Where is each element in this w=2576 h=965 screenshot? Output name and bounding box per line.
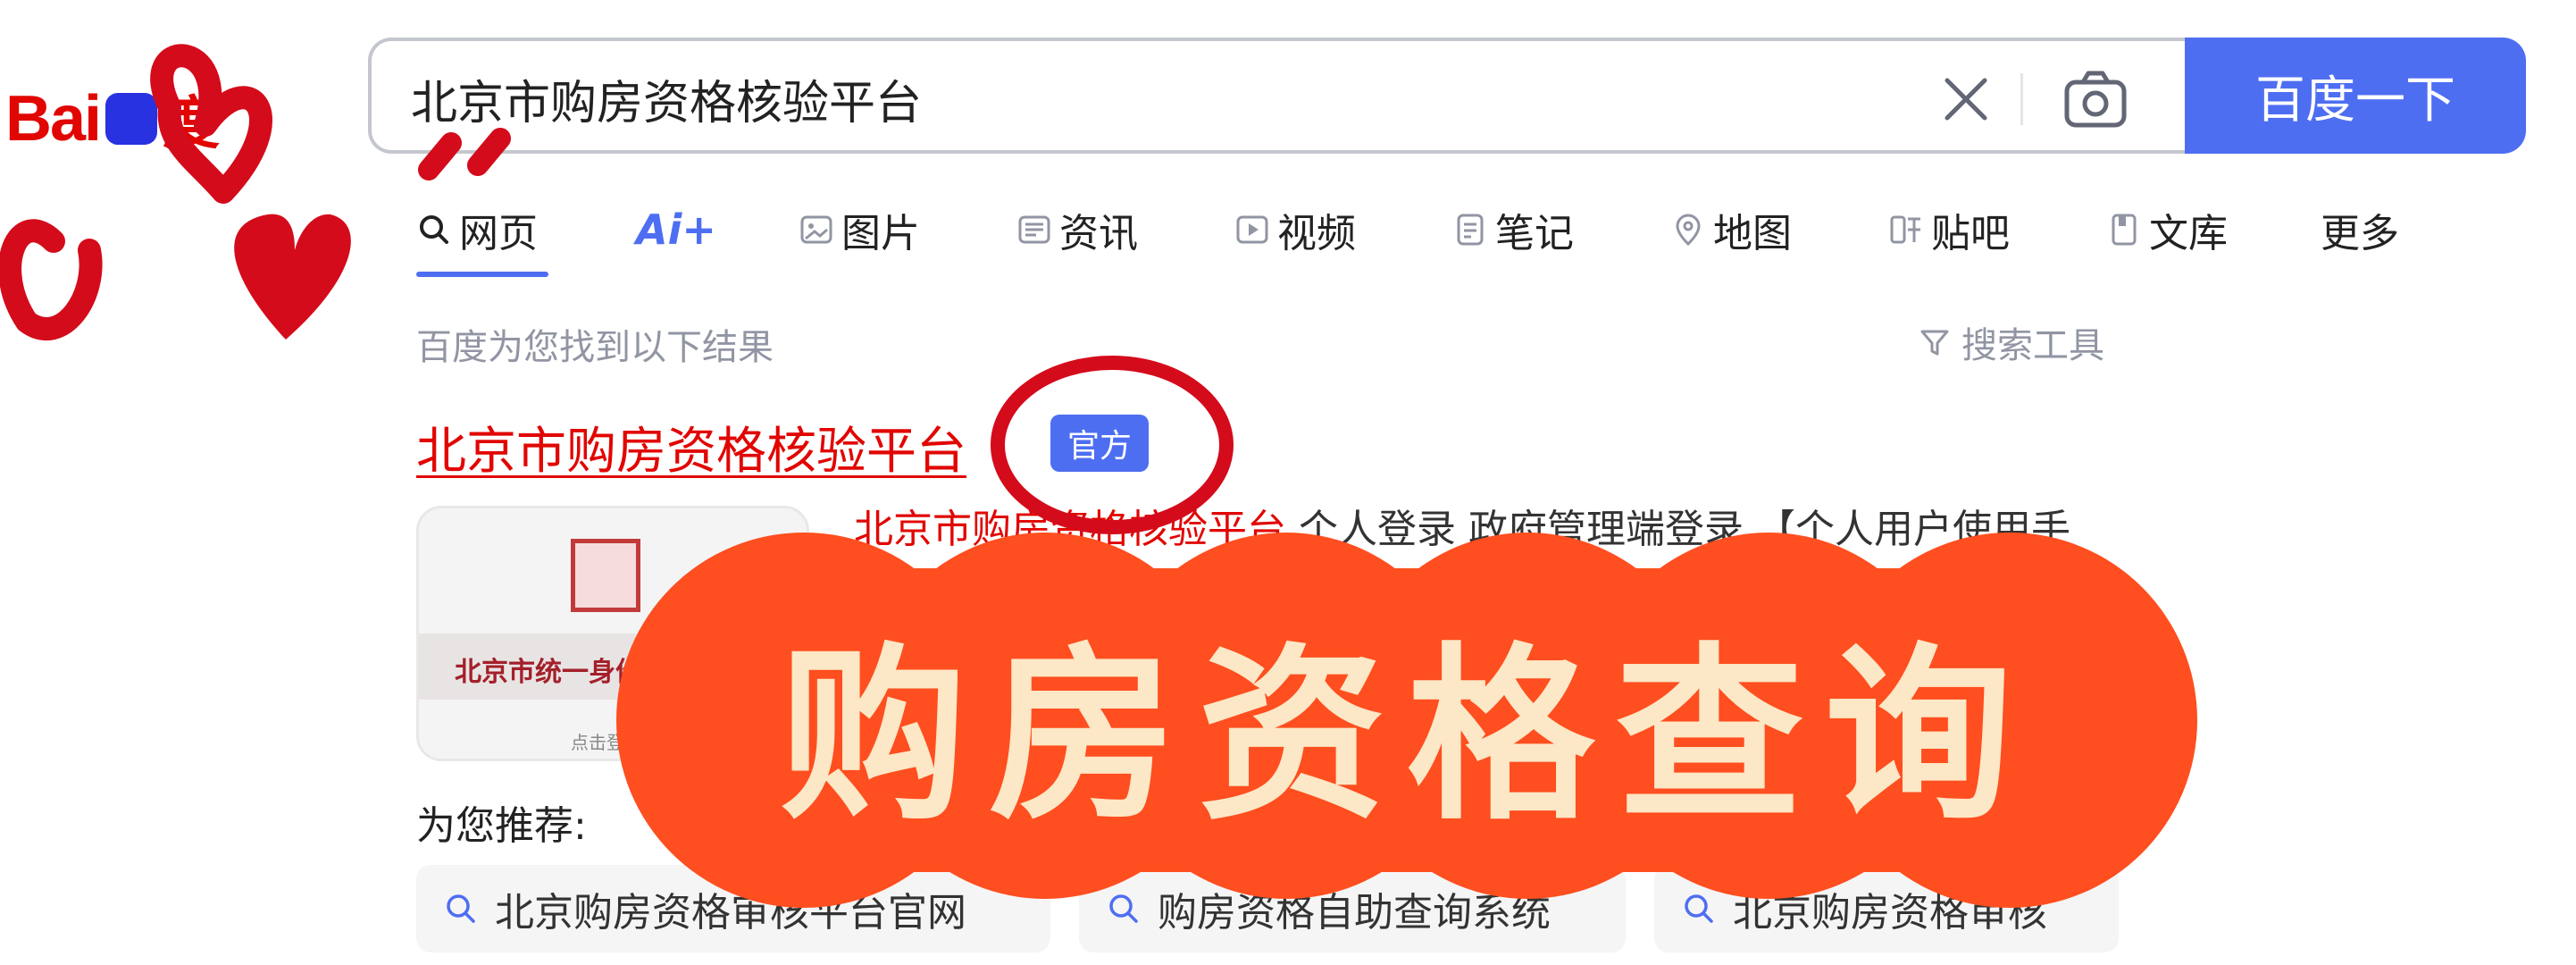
tab-label: 地图 bbox=[1713, 211, 1792, 256]
tab-news[interactable]: 资讯 bbox=[1016, 198, 1234, 261]
baidu-logo[interactable]: Bai 度 bbox=[5, 79, 220, 159]
tab-label: 更多 bbox=[2321, 211, 2399, 256]
close-icon[interactable] bbox=[1935, 68, 1997, 130]
camera-icon[interactable] bbox=[2060, 64, 2131, 136]
tab-library[interactable]: 文库 bbox=[2106, 198, 2321, 261]
tab-map[interactable]: 地图 bbox=[1670, 198, 1888, 261]
tab-label: 贴吧 bbox=[1931, 211, 2010, 256]
tab-more[interactable]: 更多 bbox=[2321, 198, 2419, 261]
map-icon bbox=[1676, 214, 1701, 247]
tieba-icon bbox=[1890, 215, 1920, 244]
logo-text-du: 度 bbox=[163, 91, 221, 157]
heart-doodle-icon bbox=[0, 219, 103, 340]
heart-doodle-icon bbox=[234, 214, 351, 340]
search-icon bbox=[447, 894, 475, 923]
paw-icon bbox=[105, 93, 158, 145]
result-title-link[interactable]: 北京市购房资格核验平台 bbox=[416, 411, 966, 483]
search-tabs: 网页 Ai+ 图片 资讯 视频 笔记 地图 贴吧 文库 更多 bbox=[416, 198, 2419, 261]
tab-web[interactable]: 网页 bbox=[416, 198, 636, 261]
ai-icon: Ai+ bbox=[636, 206, 716, 254]
search-tools-label: 搜索工具 bbox=[1961, 325, 2104, 366]
active-tab-indicator bbox=[416, 272, 548, 277]
official-badge: 官方 bbox=[1050, 415, 1149, 472]
tab-tieba[interactable]: 贴吧 bbox=[1888, 198, 2106, 261]
image-icon bbox=[800, 215, 832, 244]
search-divider bbox=[2020, 73, 2023, 125]
tab-video[interactable]: 视频 bbox=[1234, 198, 1452, 261]
note-icon bbox=[1457, 214, 1484, 246]
tab-label: 视频 bbox=[1277, 211, 1356, 256]
tab-label: 笔记 bbox=[1495, 211, 1574, 256]
tab-label: 网页 bbox=[459, 211, 538, 256]
search-input[interactable] bbox=[411, 63, 1840, 134]
thumbnail-text: 北京市统一身份 bbox=[455, 657, 642, 688]
tab-label: 文库 bbox=[2149, 211, 2228, 256]
overlay-banner-text: 购房资格查询 bbox=[779, 625, 2034, 845]
video-icon bbox=[1236, 215, 1268, 244]
search-icon bbox=[420, 215, 448, 244]
recommend-label: 为您推荐: bbox=[416, 803, 587, 849]
result-count: 百度为您找到以下结果 bbox=[416, 327, 774, 368]
search-button[interactable]: 百度一下 bbox=[2185, 38, 2526, 154]
tab-ai[interactable]: Ai+ bbox=[636, 198, 799, 261]
tab-images[interactable]: 图片 bbox=[799, 198, 1016, 261]
news-icon bbox=[1018, 215, 1050, 244]
tab-label: 资讯 bbox=[1059, 211, 1138, 256]
logo-text-bai: Bai bbox=[5, 83, 102, 155]
filter-icon bbox=[1920, 330, 1949, 356]
tab-label: 图片 bbox=[841, 211, 920, 256]
library-icon bbox=[2112, 214, 2137, 246]
search-tools-button[interactable]: 搜索工具 bbox=[1917, 316, 2104, 368]
tab-notes[interactable]: 笔记 bbox=[1452, 198, 1670, 261]
